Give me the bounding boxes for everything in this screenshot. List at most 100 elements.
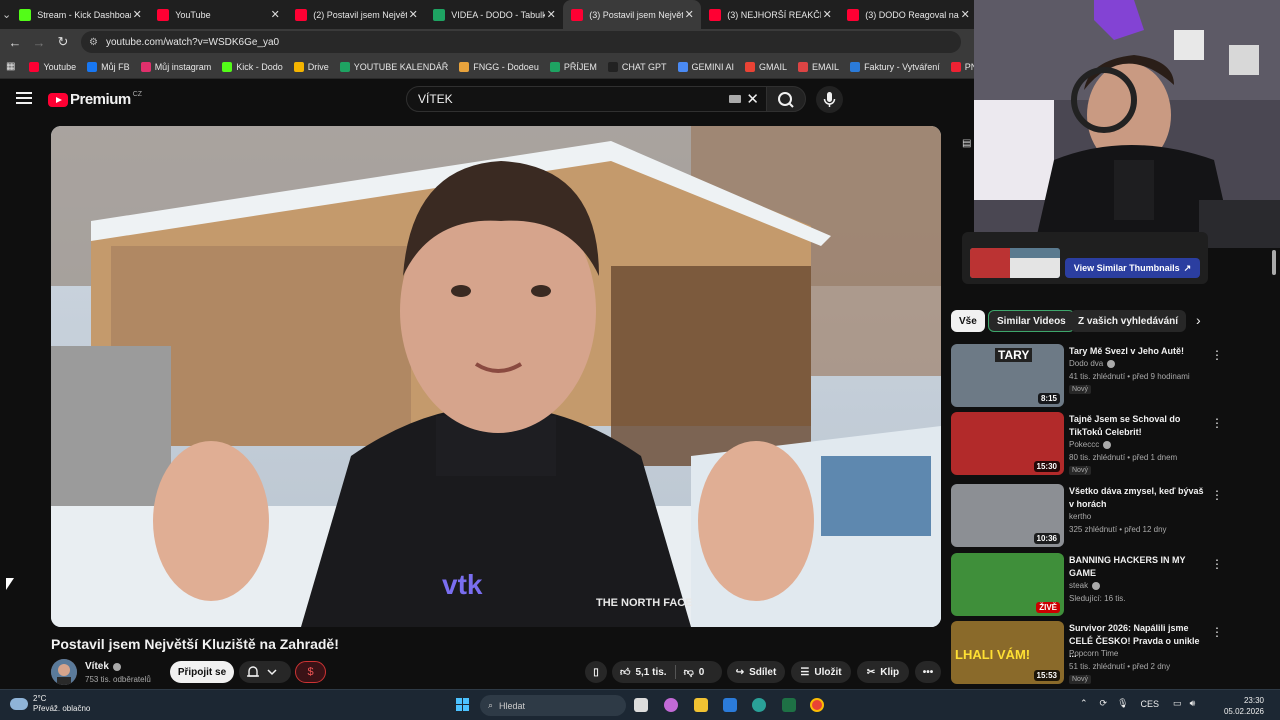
- close-tab-icon[interactable]: ✕: [959, 8, 971, 21]
- volume-icon[interactable]: 🔊︎: [1190, 698, 1196, 709]
- subscription-bell-button[interactable]: [239, 661, 291, 683]
- view-similar-thumbnails-button[interactable]: View Similar Thumbnails ↗: [1065, 258, 1200, 278]
- mic-tray-icon[interactable]: 🎙︎: [1117, 698, 1128, 709]
- close-tab-icon[interactable]: ✕: [269, 8, 281, 21]
- bookmark-item[interactable]: Můj FB: [87, 61, 130, 72]
- bookmark-item[interactable]: FNGG - Dodoeu: [459, 61, 539, 72]
- browser-tab[interactable]: YouTube ✕: [149, 0, 287, 29]
- bookmark-item[interactable]: GEMINI AI: [677, 61, 734, 72]
- more-options-icon[interactable]: ⋮: [1211, 348, 1223, 362]
- browser-tab[interactable]: (3) Postavil jsem Největší ✕: [563, 0, 702, 29]
- recommendation-item[interactable]: LHALI VÁM! 15:53 Survivor 2026: Napálili j…: [951, 621, 1231, 685]
- video-thumbnail[interactable]: TARY 8:15: [951, 344, 1064, 407]
- more-options-icon[interactable]: ⋮: [1211, 557, 1223, 571]
- browser-tab[interactable]: (2) Postavil jsem Největší ✕: [287, 0, 425, 29]
- youtube-premium-logo[interactable]: Premium CZ: [48, 91, 142, 108]
- more-options-icon[interactable]: ⋮: [1211, 416, 1223, 430]
- video-player[interactable]: vtk THE NORTH FACE: [51, 126, 941, 627]
- close-tab-icon[interactable]: ✕: [821, 8, 833, 21]
- apps-icon[interactable]: ▦: [6, 61, 15, 72]
- chip-all[interactable]: Vše: [951, 310, 985, 332]
- file-explorer-icon[interactable]: [694, 698, 708, 712]
- bookmark-item[interactable]: Kick - Dodo: [222, 61, 283, 72]
- bookmark-item[interactable]: CHAT GPT: [607, 61, 667, 72]
- join-button[interactable]: Připojit se: [170, 661, 234, 683]
- similar-thumbnail-preview[interactable]: [970, 248, 1060, 278]
- channel-name[interactable]: Vítek: [85, 661, 121, 672]
- voice-search-button[interactable]: [816, 86, 843, 113]
- more-actions-button[interactable]: •••: [915, 661, 941, 683]
- recommendation-title[interactable]: Tajně Jsem se Schoval do TikToků Celebrit…: [1069, 413, 1207, 439]
- language-indicator[interactable]: CES: [1141, 699, 1160, 709]
- bookmark-item[interactable]: EMAIL: [798, 61, 839, 72]
- more-options-icon[interactable]: ⋮: [1211, 625, 1223, 639]
- chip-similar-videos[interactable]: Similar Videos: [988, 310, 1075, 332]
- bookmark-item[interactable]: Youtube: [29, 61, 76, 72]
- video-thumbnail[interactable]: 10:36: [951, 484, 1064, 547]
- sidebar-scrollbar[interactable]: [1272, 250, 1276, 275]
- channel-avatar[interactable]: [51, 659, 77, 685]
- forward-icon[interactable]: →: [27, 35, 51, 50]
- network-icon[interactable]: ▭: [1173, 698, 1182, 709]
- recommendation-title[interactable]: BANNING HACKERS IN MY GAME: [1069, 554, 1207, 580]
- site-info-icon[interactable]: ⚙: [89, 37, 98, 48]
- share-button[interactable]: ↪ Sdílet: [727, 661, 785, 683]
- video-thumbnail[interactable]: LHALI VÁM! 15:53: [951, 621, 1064, 684]
- recommendation-item[interactable]: 15:30 Tajně Jsem se Schoval do TikToků Cel…: [951, 412, 1231, 476]
- sync-icon[interactable]: ⟳: [1100, 698, 1108, 709]
- menu-icon[interactable]: [16, 92, 32, 104]
- video-thumbnail[interactable]: ŽIVĚ: [951, 553, 1064, 616]
- weather-widget[interactable]: 2°C Převáž. oblačno: [10, 694, 90, 714]
- outlook-icon[interactable]: [723, 698, 737, 712]
- recommendation-item[interactable]: TARY 8:15 Tary Mě Svezl v Jeho Autě! Dodo d…: [951, 344, 1231, 408]
- chip-from-searches[interactable]: Z vašich vyhledávání: [1070, 310, 1187, 332]
- keyboard-icon[interactable]: [729, 95, 741, 103]
- search-input[interactable]: VÍTEK ✕: [406, 86, 768, 112]
- search-button[interactable]: [766, 86, 806, 112]
- bookmark-item[interactable]: Můj instagram: [140, 61, 211, 72]
- excel-icon[interactable]: [782, 698, 796, 712]
- close-tab-icon[interactable]: ✕: [131, 8, 143, 21]
- recommendation-title[interactable]: Tary Mě Svezl v Jeho Autě!: [1069, 345, 1207, 358]
- clock[interactable]: 23:30 05.02.2026: [1212, 695, 1264, 717]
- like-button[interactable]: 👍︎ 5,1 tis.: [620, 666, 667, 679]
- video-thumbnail[interactable]: 15:30: [951, 412, 1064, 475]
- url-field[interactable]: ⚙ youtube.com/watch?v=WSDK6Ge_ya0: [81, 31, 961, 53]
- more-options-icon[interactable]: ⋮: [1211, 488, 1223, 502]
- recommendation-title[interactable]: Všetko dáva zmysel, keď bývaš v horách: [1069, 485, 1207, 511]
- save-button[interactable]: ☰ Uložit: [791, 661, 851, 683]
- recommendation-channel[interactable]: Popcorn Time: [1069, 649, 1118, 658]
- donate-button[interactable]: $: [295, 661, 326, 683]
- recommendation-item[interactable]: ŽIVĚ BANNING HACKERS IN MY GAME steak Sleduj…: [951, 553, 1231, 617]
- close-tab-icon[interactable]: ✕: [683, 8, 695, 21]
- edge-icon[interactable]: [752, 698, 766, 712]
- bookmark-item[interactable]: PŘÍJEM: [549, 61, 597, 72]
- reload-icon[interactable]: ↻: [51, 34, 75, 50]
- close-tab-icon[interactable]: ✕: [545, 8, 557, 21]
- chrome-icon[interactable]: [810, 698, 824, 712]
- chevron-up-icon[interactable]: ⌃: [1080, 698, 1088, 709]
- recommendation-channel[interactable]: kertho: [1069, 512, 1091, 521]
- task-view-icon[interactable]: [634, 698, 648, 712]
- close-tab-icon[interactable]: ✕: [407, 8, 419, 21]
- recommendation-channel[interactable]: Dodo dva: [1069, 359, 1116, 368]
- tab-search-icon[interactable]: ⌄: [2, 4, 11, 26]
- dislike-button[interactable]: 👎︎ 0: [684, 666, 705, 679]
- recommendation-item[interactable]: 10:36 Všetko dáva zmysel, keď bývaš v horá…: [951, 484, 1231, 548]
- chevron-right-icon[interactable]: ›: [1196, 312, 1201, 328]
- bookmark-item[interactable]: GMAIL: [745, 61, 787, 72]
- clear-search-icon[interactable]: ✕: [746, 90, 759, 108]
- save-bookmark-button[interactable]: ▯: [585, 661, 607, 683]
- browser-tab[interactable]: (3) NEJHORŠÍ REAKČNÍ K✕: [701, 0, 839, 29]
- recommendation-channel[interactable]: Pokeccc: [1069, 440, 1112, 449]
- bookmark-item[interactable]: Faktury - Vytváření: [850, 61, 940, 72]
- recommendation-channel[interactable]: steak: [1069, 581, 1101, 590]
- side-panel-icon[interactable]: ▤: [962, 138, 974, 154]
- clip-button[interactable]: ✂ Klip: [857, 661, 909, 683]
- browser-tab[interactable]: VIDEA - DODO - Tabulky ✕: [425, 0, 563, 29]
- copilot-icon[interactable]: [664, 698, 678, 712]
- taskbar-search-input[interactable]: ⌕ Hledat: [480, 695, 626, 716]
- windows-start-icon[interactable]: [456, 698, 470, 712]
- bookmark-item[interactable]: YOUTUBE KALENDÁŘ: [339, 61, 448, 72]
- browser-tab[interactable]: (3) DODO Reagoval na M ✕: [839, 0, 977, 29]
